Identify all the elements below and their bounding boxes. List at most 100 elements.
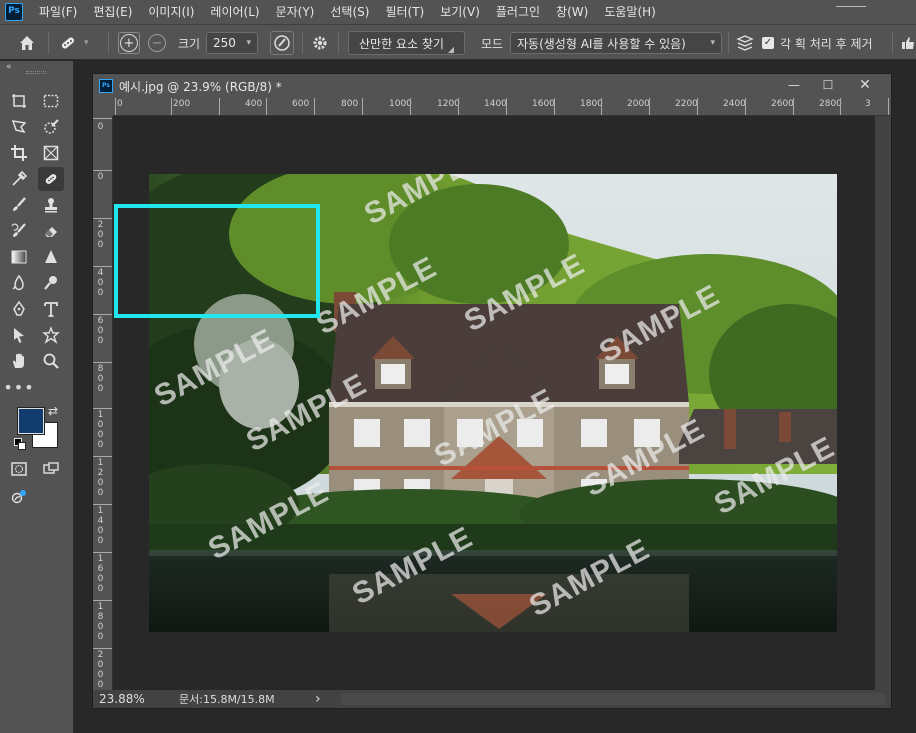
ruler-tick — [93, 552, 112, 553]
quick-mask-button[interactable] — [6, 457, 32, 481]
menu-type[interactable]: 문자(Y) — [268, 0, 323, 24]
crop-tool[interactable] — [6, 141, 32, 165]
pen-icon — [13, 300, 25, 316]
ruler-tick — [458, 98, 459, 115]
ruler-label: 1200 — [437, 99, 460, 109]
shape-tool[interactable] — [38, 323, 64, 347]
menu-layer[interactable]: 레이어(L) — [202, 0, 267, 24]
menu-image[interactable]: 이미지(I) — [140, 0, 202, 24]
frame-icon — [43, 145, 59, 161]
vertical-scrollbar[interactable] — [875, 116, 891, 690]
rectangle-marquee-icon — [43, 94, 59, 108]
checkbox-checked-icon[interactable]: ✓ — [762, 37, 774, 49]
mode-select[interactable]: 자동(생성형 AI를 사용할 수 있음) ▾ — [510, 32, 722, 54]
separator — [108, 32, 109, 54]
gear-icon — [313, 36, 327, 50]
ruler-tick — [93, 170, 112, 171]
collapse-panel-icon[interactable]: « — [6, 62, 12, 72]
share-button[interactable] — [6, 485, 32, 509]
screen-mode-button[interactable] — [38, 457, 64, 481]
find-distractions-button[interactable]: 산만한 요소 찾기 ◢ — [348, 31, 466, 55]
dodge-icon — [44, 276, 57, 290]
subtract-mode-button[interactable]: − — [148, 25, 166, 61]
menu-window[interactable]: 창(W) — [548, 0, 596, 24]
horizontal-scrollbar[interactable] — [341, 693, 885, 705]
vertical-ruler[interactable]: 0 0 200 400 600 800 1000 1200 1400 1600 … — [93, 116, 113, 690]
history-brush-icon — [11, 223, 26, 237]
menu-filter[interactable]: 필터(T) — [377, 0, 432, 24]
gradient-tool[interactable] — [6, 245, 32, 269]
eraser-tool[interactable] — [38, 219, 64, 243]
home-button[interactable] — [18, 25, 36, 61]
ruler-label: 200 — [97, 220, 104, 250]
pressure-size-button[interactable] — [270, 25, 294, 61]
eyedropper-tool[interactable] — [6, 167, 32, 191]
ruler-tick — [840, 98, 841, 115]
sample-all-layers-button[interactable] — [735, 25, 755, 61]
triangle-icon — [45, 250, 57, 263]
zoom-tool[interactable] — [38, 349, 64, 373]
ruler-origin[interactable] — [93, 98, 113, 116]
clone-stamp-tool[interactable] — [38, 193, 64, 217]
edit-toolbar-button[interactable]: ••• — [3, 375, 35, 399]
brush-tool[interactable] — [6, 193, 32, 217]
default-colors-icon-back — [18, 442, 26, 450]
sharpen-tool[interactable] — [38, 245, 64, 269]
tool-preset-picker[interactable]: ▾ — [58, 25, 89, 61]
eraser-icon — [45, 227, 57, 237]
hand-tool[interactable] — [6, 349, 32, 373]
type-tool[interactable] — [38, 297, 64, 321]
path-selection-tool[interactable] — [6, 323, 32, 347]
ruler-label: 800 — [97, 364, 104, 394]
history-brush-tool[interactable] — [6, 219, 32, 243]
zoom-level[interactable]: 23.88% — [93, 692, 179, 706]
menu-help[interactable]: 도움말(H) — [596, 0, 664, 24]
ruler-tick — [93, 266, 112, 267]
minimize-app-icon[interactable] — [836, 0, 866, 7]
settings-button[interactable] — [311, 25, 329, 61]
document-size-info[interactable]: 문서:15.8M/15.8M — [179, 691, 315, 707]
ruler-label: 1800 — [580, 99, 603, 109]
blur-tool[interactable] — [6, 271, 32, 295]
thumbs-up-icon — [902, 37, 914, 49]
mode-label: 모드 — [481, 36, 504, 51]
close-button[interactable]: ✕ — [845, 74, 885, 96]
minimize-button[interactable]: — — [777, 74, 811, 96]
object-selection-tool[interactable] — [38, 115, 64, 139]
document-tab[interactable]: Ps 예시.jpg @ 23.9% (RGB/8) * — ☐ ✕ — [93, 74, 891, 98]
dodge-tool[interactable] — [38, 271, 64, 295]
ruler-label: 1000 — [389, 99, 412, 109]
menu-select[interactable]: 선택(S) — [322, 0, 377, 24]
horizontal-ruler[interactable]: 0 200 400 600 800 1000 1200 1400 1600 18… — [113, 98, 891, 116]
ruler-tick — [314, 98, 315, 115]
ruler-tick — [888, 98, 889, 115]
size-input[interactable]: 250 ▾ — [206, 32, 258, 54]
frame-tool[interactable] — [38, 141, 64, 165]
status-menu-arrow-icon[interactable]: › — [315, 691, 335, 707]
separator — [338, 32, 339, 54]
menu-file[interactable]: 파일(F) — [31, 0, 85, 24]
remove-tool[interactable] — [38, 167, 64, 191]
artboard-tool[interactable] — [6, 89, 32, 113]
foreground-color-swatch[interactable] — [17, 407, 45, 435]
panel-grip[interactable] — [26, 71, 46, 74]
feedback-button[interactable] — [900, 25, 916, 61]
lasso-tool[interactable] — [6, 115, 32, 139]
close-icon: ✕ — [859, 77, 871, 93]
remove-after-each-stroke-toggle[interactable]: ✓ 각 획 처리 후 제거 — [762, 25, 873, 61]
maximize-button[interactable]: ☐ — [811, 74, 845, 96]
add-mode-button[interactable]: + — [118, 25, 140, 61]
canvas-area[interactable]: SAMPLE SAMPLE SAMPLE SAMPLE SAMPLE SAMPL… — [113, 116, 875, 690]
share-icon — [11, 490, 26, 504]
marquee-tool[interactable] — [38, 89, 64, 113]
menu-view[interactable]: 보기(V) — [432, 0, 488, 24]
layers-stack-icon — [736, 35, 754, 51]
menu-edit[interactable]: 편집(E) — [85, 0, 140, 24]
menu-plugins[interactable]: 플러그인 — [488, 0, 548, 24]
pen-tool[interactable] — [6, 297, 32, 321]
more-dots-icon: ••• — [3, 377, 35, 397]
artboard-icon — [12, 94, 26, 108]
ruler-tick — [793, 98, 794, 115]
ruler-tick — [93, 504, 112, 505]
swap-colors-icon[interactable]: ⇄ — [48, 404, 58, 418]
